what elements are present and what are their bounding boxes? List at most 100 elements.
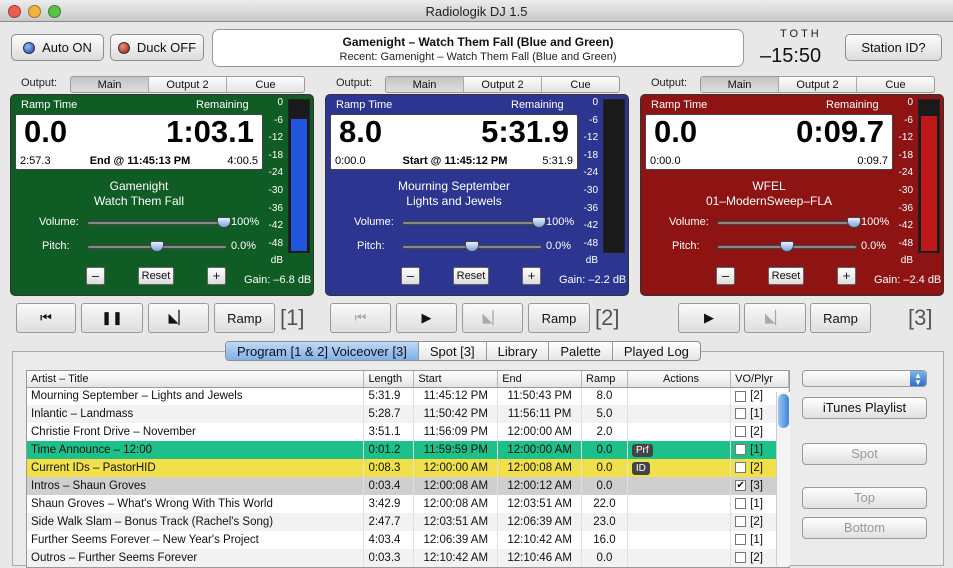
cell-length: 3:51.1 <box>363 423 415 441</box>
volume-slider[interactable] <box>402 221 542 225</box>
action-badge[interactable]: Prf <box>631 443 653 457</box>
volume-value: 100% <box>546 216 575 228</box>
vo-checkbox[interactable] <box>735 444 747 456</box>
station-id-button[interactable]: Station ID? <box>845 34 942 61</box>
top-button[interactable]: Top <box>802 487 927 509</box>
tab-program[interactable]: Program [1 & 2] Voiceover [3] <box>226 342 418 360</box>
db-scale-label: -12 <box>898 132 913 144</box>
deck1-rewind-button[interactable]: ⏮ <box>16 303 76 333</box>
pitch-plus-button[interactable]: + <box>522 267 541 285</box>
col-actions[interactable]: Actions <box>627 371 732 388</box>
volume-knob[interactable] <box>217 217 231 228</box>
output-cue-tab[interactable]: Cue <box>541 77 619 92</box>
remaining-label: Remaining <box>511 99 564 111</box>
pitch-knob[interactable] <box>150 241 164 252</box>
db-scale-label: -30 <box>898 185 913 196</box>
spot-button[interactable]: Spot <box>802 443 927 465</box>
vo-checkbox[interactable] <box>735 534 747 546</box>
pitch-reset-button[interactable]: Reset <box>453 267 489 285</box>
deck1-fade-button[interactable]: ◣▏ <box>148 303 209 333</box>
vo-checkbox[interactable] <box>735 462 747 474</box>
deck3-ramp-button[interactable]: Ramp <box>810 303 871 333</box>
tab-spot[interactable]: Spot [3] <box>417 342 486 360</box>
output-main-tab[interactable]: Main <box>71 77 148 92</box>
output-2-tab[interactable]: Output 2 <box>148 77 226 92</box>
cell-length: 4:03.4 <box>363 531 415 549</box>
col-start[interactable]: Start <box>413 371 499 388</box>
vo-checkbox[interactable] <box>735 498 747 510</box>
pitch-plus-button[interactable]: + <box>207 267 226 285</box>
pitch-plus-button[interactable]: + <box>837 267 856 285</box>
volume-slider[interactable] <box>717 221 857 225</box>
deck1-ramp-button[interactable]: Ramp <box>214 303 275 333</box>
tab-played-log[interactable]: Played Log <box>611 342 700 360</box>
output-main-tab[interactable]: Main <box>386 77 463 92</box>
volume-label: Volume: <box>39 216 79 228</box>
tab-palette[interactable]: Palette <box>548 342 611 360</box>
output-cue-tab[interactable]: Cue <box>856 77 934 92</box>
deck3-fade-button[interactable]: ◣▏ <box>744 303 806 333</box>
db-scale-label: -6 <box>274 114 283 126</box>
col-end[interactable]: End <box>497 371 583 388</box>
deck2-play-button[interactable]: ▶ <box>396 303 457 333</box>
duck-led-icon <box>117 41 130 54</box>
pitch-knob[interactable] <box>780 241 794 252</box>
player-number: [2] <box>750 552 763 564</box>
scroll-thumb[interactable] <box>778 394 789 428</box>
table-row[interactable]: Side Walk Slam – Bonus Track (Rachel's S… <box>27 513 789 531</box>
vo-checkbox[interactable] <box>735 426 747 438</box>
table-row[interactable]: Intros – Shaun Groves 0:03.4 12:00:08 AM… <box>27 477 789 495</box>
cell-ramp: 8.0 <box>581 387 628 405</box>
db-scale-label: -6 <box>904 114 913 126</box>
table-row[interactable]: Current IDs – PastorHID 0:08.3 12:00:00 … <box>27 459 789 477</box>
auto-button[interactable]: Auto ON <box>11 34 104 61</box>
deck2-ramp-button[interactable]: Ramp <box>528 303 590 333</box>
db-scale-label: -42 <box>583 220 598 232</box>
db-scale-label: -24 <box>898 167 913 179</box>
table-row[interactable]: Outros – Further Seems Forever 0:03.3 12… <box>27 549 789 567</box>
vo-checkbox[interactable] <box>735 408 747 420</box>
output-cue-tab[interactable]: Cue <box>226 77 304 92</box>
duck-button[interactable]: Duck OFF <box>110 34 204 61</box>
output-2-tab[interactable]: Output 2 <box>778 77 856 92</box>
deck2-rewind-button[interactable]: ⏮ <box>330 303 391 333</box>
pitch-knob[interactable] <box>465 241 479 252</box>
pitch-reset-button[interactable]: Reset <box>138 267 174 285</box>
cell-length: 5:31.9 <box>363 387 415 405</box>
cell-start: 12:00:00 AM <box>413 459 499 477</box>
vo-checkbox[interactable] <box>735 552 747 564</box>
col-length[interactable]: Length <box>363 371 415 388</box>
tab-library[interactable]: Library <box>485 342 549 360</box>
action-badge[interactable]: ID <box>631 461 650 475</box>
output-main-tab[interactable]: Main <box>701 77 778 92</box>
playlist-source-select[interactable]: ▲ ▼ <box>802 370 927 387</box>
bottom-button[interactable]: Bottom <box>802 517 927 539</box>
table-row[interactable]: Inlantic – Landmass 5:28.7 11:50:42 PM 1… <box>27 405 789 423</box>
pitch-minus-button[interactable]: – <box>401 267 420 285</box>
volume-knob[interactable] <box>847 217 861 228</box>
pitch-minus-button[interactable]: – <box>86 267 105 285</box>
deck2-fade-button[interactable]: ◣▏ <box>462 303 523 333</box>
table-row[interactable]: Shaun Groves – What's Wrong With This Wo… <box>27 495 789 513</box>
table-row[interactable]: Further Seems Forever – New Year's Proje… <box>27 531 789 549</box>
vo-checkbox[interactable] <box>735 390 747 402</box>
deck1-pause-button[interactable]: ❚❚ <box>81 303 143 333</box>
col-artist-title[interactable]: Artist – Title <box>27 371 365 388</box>
vo-checkbox[interactable]: ✔ <box>735 480 747 492</box>
vo-checkbox[interactable] <box>735 516 747 528</box>
gain-value: Gain: –2.4 dB <box>874 274 942 286</box>
col-ramp[interactable]: Ramp <box>581 371 628 388</box>
pitch-minus-button[interactable]: – <box>716 267 735 285</box>
deck3-play-button[interactable]: ▶ <box>678 303 740 333</box>
volume-slider[interactable] <box>87 221 227 225</box>
col-vo-plyr[interactable]: VO/Plyr <box>730 371 789 388</box>
pitch-reset-button[interactable]: Reset <box>768 267 804 285</box>
table-row[interactable]: Mourning September – Lights and Jewels 5… <box>27 387 789 405</box>
itunes-playlist-button[interactable]: iTunes Playlist <box>802 397 927 419</box>
table-row[interactable]: Time Announce – 12:00 0:01.2 11:59:59 PM… <box>27 441 789 459</box>
duck-label: Duck OFF <box>136 40 197 55</box>
volume-knob[interactable] <box>532 217 546 228</box>
table-row[interactable]: Christie Front Drive – November 3:51.1 1… <box>27 423 789 441</box>
table-scrollbar[interactable] <box>776 392 790 566</box>
output-2-tab[interactable]: Output 2 <box>463 77 541 92</box>
